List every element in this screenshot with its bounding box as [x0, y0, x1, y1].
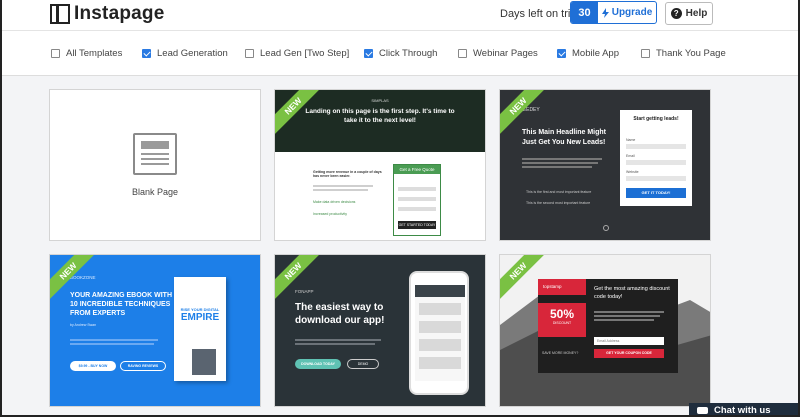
trial-upgrade-control[interactable]: 30 Upgrade [570, 1, 657, 24]
form-field-label: Name [626, 138, 636, 142]
template-headline: YOUR AMAZING EBOOK WITH 10 INCREDIBLE TE… [70, 292, 173, 317]
template-card-blank[interactable]: Blank Page [49, 89, 261, 241]
discount-badge: 50% DISCOUNT [538, 303, 586, 337]
demo-button: DEMO [347, 359, 379, 369]
form-title: Start getting leads! [633, 116, 679, 122]
upgrade-button[interactable]: Upgrade [598, 2, 656, 23]
form-submit-button: GET IT TODAY! [626, 188, 686, 198]
book-title-big: EMPIRE [180, 312, 220, 323]
checkbox-mobile-app[interactable] [557, 49, 566, 58]
checkbox-lead-gen-two-step[interactable] [245, 49, 254, 58]
help-button[interactable]: ? Help [665, 2, 713, 25]
template-bullet: This is the first and most important fea… [526, 190, 592, 194]
filter-thank-you-page[interactable]: Thank You Page [641, 48, 726, 59]
template-card-bookzone[interactable]: NEW BOOKZONE YOUR AMAZING EBOOK WITH 10 … [49, 254, 261, 407]
logo-text: Instapage [74, 3, 165, 24]
template-card-topstamp[interactable]: NEW topstamp 50% DISCOUNT SAVE MORE MONE… [499, 254, 711, 407]
template-form: Get a Free Quote GET STARTED TODAY [393, 164, 441, 236]
ebook-cover: RISE YOUR DIGITAL EMPIRE [174, 277, 226, 381]
promo-box: topstamp 50% DISCOUNT SAVE MORE MONEY? G… [538, 279, 678, 373]
download-button: DOWNLOAD TODAY [295, 359, 341, 369]
buy-now-button: $9.99 - BUY NOW [70, 361, 116, 371]
filter-mobile-app[interactable]: Mobile App [557, 48, 619, 59]
filter-label: Lead Generation [157, 48, 228, 59]
help-label: Help [685, 8, 708, 19]
template-preview: LEEDEY This Main Headline Might Just Get… [500, 90, 710, 240]
filter-label: Click Through [379, 48, 438, 59]
filter-label: Thank You Page [656, 48, 726, 59]
filter-webinar-pages[interactable]: Webinar Pages [458, 48, 538, 59]
template-card-simplas[interactable]: NEW SIMPLAS Landing on this page is the … [274, 89, 486, 241]
template-author: by Andrew Swan [70, 323, 97, 327]
template-filter-bar: All Templates Lead Generation Lead Gen [… [2, 30, 798, 76]
chat-label: Chat with us [714, 404, 771, 416]
template-brand: FONAPP [295, 289, 314, 294]
template-bullet: This is the second most important featur… [526, 201, 591, 205]
template-headline: The easiest way to download our app! [295, 302, 385, 326]
template-card-leedey[interactable]: NEW LEEDEY This Main Headline Might Just… [499, 89, 711, 241]
save-text: SAVE MORE MONEY? [542, 351, 579, 355]
blank-page-icon [133, 133, 177, 175]
template-preview: FONAPP The easiest way to download our a… [275, 255, 485, 406]
instapage-logo[interactable]: Instapage [50, 3, 165, 25]
top-header: Instapage Days left on trial: 30 Upgrade… [2, 0, 798, 30]
filter-label: Lead Gen [Two Step] [260, 48, 350, 59]
email-field: Email Address [594, 337, 664, 345]
blank-page-label: Blank Page [131, 187, 179, 197]
template-bullet: Increased productivity [313, 212, 348, 216]
checkbox-click-through[interactable] [364, 49, 373, 58]
form-submit-button: GET STARTED TODAY [398, 221, 436, 229]
app-window: Instapage Days left on trial: 30 Upgrade… [0, 0, 800, 417]
filter-label: All Templates [66, 48, 123, 59]
template-headline: This Main Headline Might Just Get You Ne… [522, 129, 607, 146]
help-icon: ? [670, 8, 682, 19]
checkbox-all-templates[interactable] [51, 49, 60, 58]
filter-lead-gen-two-step[interactable]: Lead Gen [Two Step] [245, 48, 349, 59]
logo-mark-icon [50, 4, 70, 24]
discount-value: 50% [549, 307, 575, 321]
checkbox-webinar-pages[interactable] [458, 49, 467, 58]
trial-days-count: 30 [571, 2, 598, 23]
chat-bubble-icon [697, 406, 708, 414]
upgrade-label: Upgrade [611, 7, 653, 18]
chat-widget[interactable]: Chat with us [689, 403, 798, 416]
filter-label: Webinar Pages [473, 48, 538, 59]
form-title: Get a Free Quote [394, 165, 440, 174]
template-subtext: Getting more revenue in a couple of days… [313, 170, 382, 178]
discount-label: DISCOUNT [552, 321, 572, 325]
filter-click-through[interactable]: Click Through [364, 48, 437, 59]
checkbox-thank-you-page[interactable] [641, 49, 650, 58]
template-brand: BOOKZONE [70, 275, 96, 280]
template-headline: Get the most amazing discount code today… [594, 286, 670, 300]
template-form: Start getting leads! Name Email Website … [620, 110, 692, 206]
template-card-fonapp[interactable]: NEW FONAPP The easiest way to download o… [274, 254, 486, 407]
template-preview: BOOKZONE YOUR AMAZING EBOOK WITH 10 INCR… [50, 255, 260, 406]
template-headline: Landing on this page is the first step. … [305, 108, 455, 124]
form-field-label: Website [626, 170, 639, 174]
template-bullet: Make data driven decisions [313, 200, 356, 204]
phone-mockup [409, 271, 469, 395]
template-preview: topstamp 50% DISCOUNT SAVE MORE MONEY? G… [500, 255, 710, 406]
lightning-icon [601, 7, 609, 18]
filter-lead-generation[interactable]: Lead Generation [142, 48, 228, 59]
filter-all-templates[interactable]: All Templates [51, 48, 122, 59]
coupon-button: GET YOUR COUPON CODE [594, 349, 664, 358]
template-body: Getting more revenue in a couple of days… [275, 152, 485, 238]
template-brand: topstamp [538, 279, 586, 295]
filter-label: Mobile App [572, 48, 620, 59]
reviews-button: RAVING REVIEWS [120, 361, 166, 371]
form-field-label: Email [626, 154, 635, 158]
checkbox-lead-generation[interactable] [142, 49, 151, 58]
